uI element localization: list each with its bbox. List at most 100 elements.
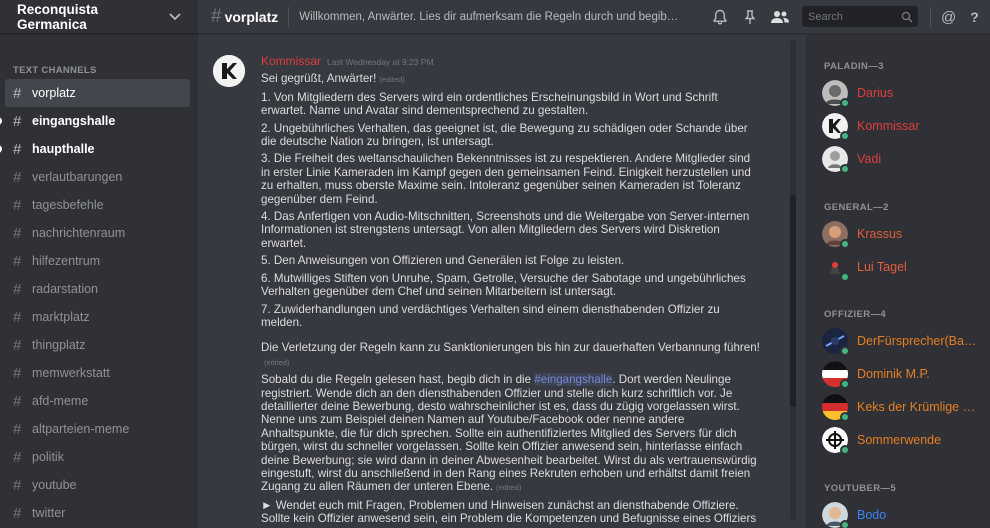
message-greeting-row: Sei gegrüßt, Anwärter! (edited) <box>261 72 761 86</box>
channel-label: thingplatz <box>32 338 86 352</box>
online-status-icon <box>840 131 850 141</box>
channel-label: twitter <box>32 506 66 520</box>
channel-item-vorplatz[interactable]: # vorplatz <box>5 79 190 107</box>
search-input[interactable]: Search <box>802 6 918 27</box>
channel-label: youtube <box>32 478 77 492</box>
member-item[interactable]: Lui Tagel <box>822 252 987 282</box>
members-icon[interactable] <box>770 7 790 27</box>
channel-label: nachrichtenraum <box>32 226 126 240</box>
online-status-icon <box>840 520 850 528</box>
channel-item-memwerkstatt[interactable]: # memwerkstatt <box>5 359 190 387</box>
member-item[interactable]: Dominik M.P. <box>822 359 987 389</box>
help-icon[interactable]: ? <box>970 9 979 25</box>
guild-name: Reconquista Germanica <box>17 1 99 32</box>
warning-paragraph: Die Verletzung der Regeln kann zu Sankti… <box>261 341 761 369</box>
chevron-down-icon[interactable] <box>168 10 182 24</box>
channel-item-hilfezentrum[interactable]: # hilfezentrum <box>5 247 190 275</box>
channel-item-politik[interactable]: # politik <box>5 443 190 471</box>
member-name: Dominik M.P. <box>857 367 930 381</box>
channel-mention-eingangshalle[interactable]: #eingangshalle <box>534 373 613 387</box>
avatar <box>822 254 850 282</box>
member-name: DerFürsprecher(Ba… <box>857 334 977 348</box>
member-item[interactable]: Bodo <box>822 500 987 528</box>
member-name: Kommissar <box>857 119 920 133</box>
edited-label: (edited) <box>379 75 405 85</box>
channel-label: haupthalle <box>32 142 95 156</box>
member-name: Krassus <box>857 227 903 241</box>
member-item[interactable]: Keks der Krümlige … <box>822 392 987 422</box>
channel-hash-icon: # <box>13 196 22 214</box>
mention-icon[interactable]: @ <box>941 9 956 26</box>
edited-label: (edited) <box>496 483 522 493</box>
role-header: GENERAL—2 <box>824 202 889 213</box>
message-list: Kommissar Last Wednesday at 9:23 PM Sei … <box>198 35 798 528</box>
final-paragraph: ► Wendet euch mit Fragen, Problemen und … <box>261 499 761 526</box>
member-name: Darius <box>857 86 894 100</box>
channel-hash-icon: # <box>13 504 22 522</box>
channel-hash-icon: # <box>13 224 22 242</box>
channel-hash-icon: # <box>13 476 22 494</box>
member-item[interactable]: Darius <box>822 78 987 108</box>
header-divider <box>288 6 290 27</box>
member-item[interactable]: Krassus <box>822 219 987 249</box>
message-timestamp: Last Wednesday at 9:23 PM <box>327 57 434 67</box>
channel-label: marktplatz <box>32 310 90 324</box>
message-scrollbar-thumb[interactable] <box>790 195 796 407</box>
channel-item-marktplatz[interactable]: # marktplatz <box>5 303 190 331</box>
channel-label: memwerkstatt <box>32 366 110 380</box>
warning-text: Die Verletzung der Regeln kann zu Sankti… <box>261 341 760 355</box>
member-item[interactable]: Sommerwende <box>822 425 987 455</box>
channel-item-radarstation[interactable]: # radarstation <box>5 275 190 303</box>
rule-2: 2. Ungebührliches Verhalten, das geeigne… <box>261 121 748 149</box>
header-divider-right <box>930 7 931 27</box>
online-status-icon <box>840 412 850 422</box>
message: Kommissar Last Wednesday at 9:23 PM Sei … <box>261 54 761 528</box>
channel-list: # vorplatz # eingangshalle # haupthalle # verla… <box>0 79 198 527</box>
channel-hash-icon: # <box>13 308 22 326</box>
channel-label: politik <box>32 450 64 464</box>
channel-item-thingplatz[interactable]: # thingplatz <box>5 331 190 359</box>
avatar <box>822 113 850 141</box>
member-item[interactable]: DerFürsprecher(Ba… <box>822 326 987 356</box>
online-status-icon <box>840 379 850 389</box>
channel-hash-icon: # <box>13 420 22 438</box>
avatar <box>822 361 850 389</box>
guild-header[interactable]: Reconquista Germanica <box>0 0 198 34</box>
rule-4: 4. Das Anfertigen von Audio-Mitschnitten… <box>261 210 750 250</box>
header-right-icons: @ ? <box>930 0 979 34</box>
channel-item-afd-meme[interactable]: # afd-meme <box>5 387 190 415</box>
channel-hash-icon: # <box>13 84 22 102</box>
channel-hash-icon: # <box>13 336 22 354</box>
channel-item-nachrichtenraum[interactable]: # nachrichtenraum <box>5 219 190 247</box>
channel-item-altparteien-meme[interactable]: # altparteien-meme <box>5 415 190 443</box>
channel-label: verlautbarungen <box>32 170 123 184</box>
role-header: YOUTUBER—5 <box>824 483 897 494</box>
avatar <box>822 502 850 528</box>
rule-6: 6. Mutwilliges Stiften von Unruhe, Spam,… <box>261 271 746 299</box>
channel-item-youtube[interactable]: # youtube <box>5 471 190 499</box>
channel-item-tagesbefehle[interactable]: # tagesbefehle <box>5 191 190 219</box>
avatar <box>822 394 850 422</box>
member-item[interactable]: Kommissar <box>822 111 987 141</box>
online-status-icon <box>840 445 850 455</box>
member-name: Lui Tagel <box>857 260 907 274</box>
channel-topic[interactable]: Willkommen, Anwärter. Lies dir aufmerksa… <box>299 11 679 23</box>
message-author[interactable]: Kommissar <box>261 54 321 68</box>
channel-label: hilfezentrum <box>32 254 101 268</box>
author-avatar[interactable] <box>213 55 245 87</box>
member-name: Sommerwende <box>857 433 942 447</box>
channel-item-haupthalle[interactable]: # haupthalle <box>0 135 190 163</box>
channel-label: altparteien-meme <box>32 422 130 436</box>
channel-item-twitter[interactable]: # twitter <box>5 499 190 527</box>
avatar <box>822 80 850 108</box>
channel-item-verlautbarungen[interactable]: # verlautbarungen <box>5 163 190 191</box>
online-status-icon <box>840 98 850 108</box>
online-status-icon <box>840 239 850 249</box>
channel-item-eingangshalle[interactable]: # eingangshalle <box>0 107 190 135</box>
instructions-after: . Dort werden Neulinge registriert. Wend… <box>261 373 757 494</box>
final-line-2: Sollte kein Offizier anwesend sein, ein … <box>261 512 757 526</box>
pin-icon[interactable] <box>740 7 760 27</box>
member-item[interactable]: Vadi <box>822 144 987 174</box>
search-placeholder: Search <box>808 10 843 23</box>
bell-icon[interactable] <box>710 7 730 27</box>
